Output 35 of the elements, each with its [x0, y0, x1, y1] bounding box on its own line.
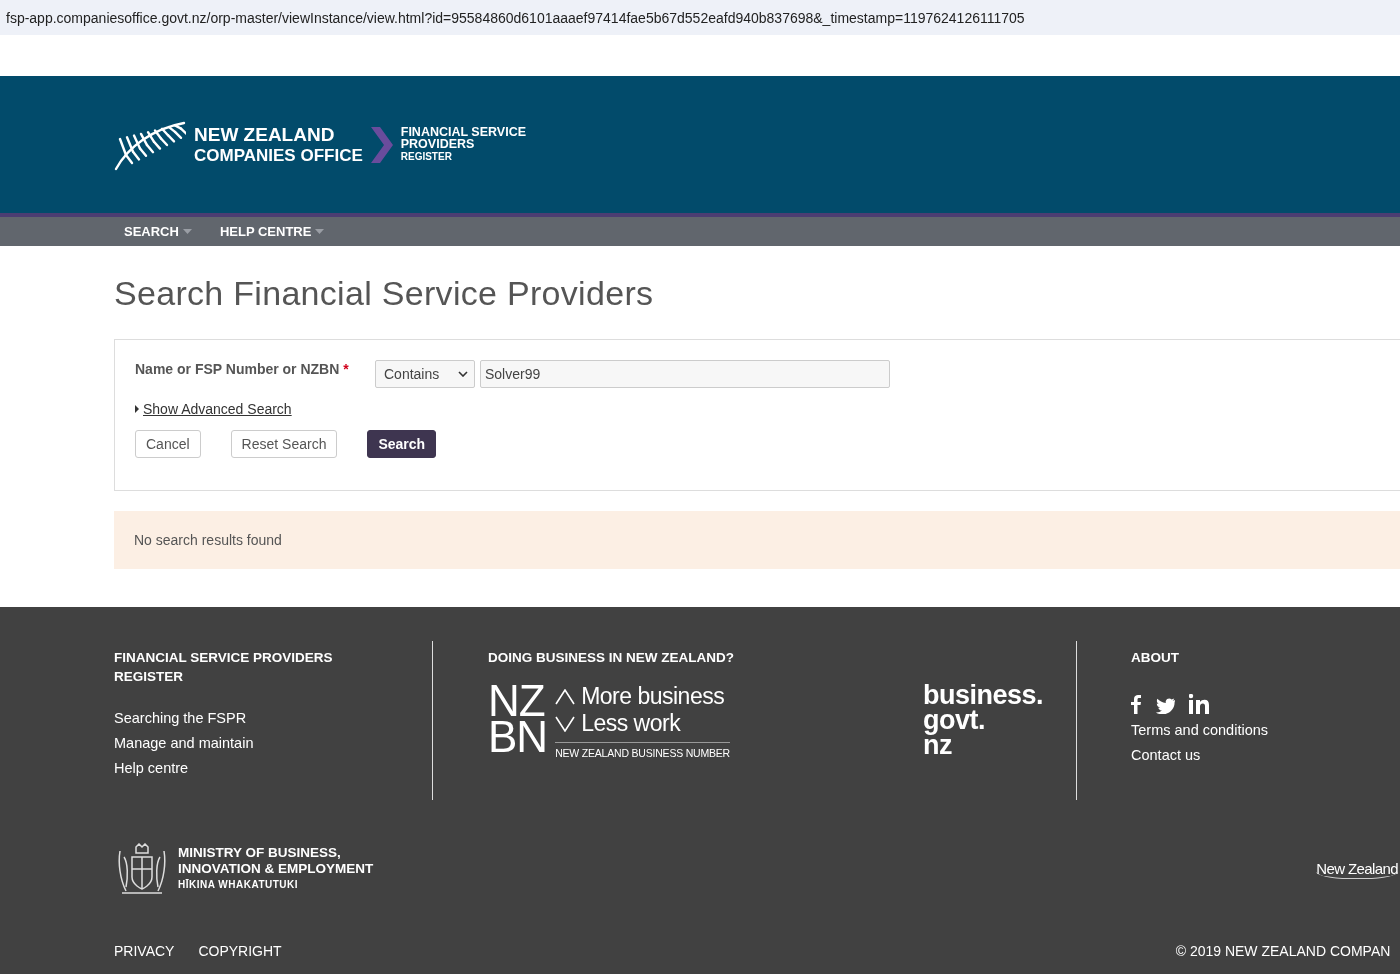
facebook-icon[interactable] — [1131, 695, 1141, 714]
footer-heading: ABOUT — [1131, 649, 1180, 667]
advanced-search-link[interactable]: Show Advanced Search — [143, 401, 292, 417]
footer-link[interactable]: Terms and conditions — [1131, 722, 1268, 738]
caret-icon — [458, 371, 468, 377]
no-results-notice: No search results found — [114, 511, 1400, 569]
field-label: Name or FSP Number or NZBN * — [135, 360, 350, 377]
form-button[interactable]: Cancel — [135, 430, 201, 458]
search-button[interactable]: Search — [367, 430, 437, 458]
linkedin-icon[interactable] — [1189, 694, 1209, 714]
business-govt-logo[interactable]: business. govt. nz — [923, 683, 1044, 759]
footer-heading: DOING BUSINESS IN NEW ZEALAND? — [488, 649, 735, 667]
footer-link[interactable]: Searching the FSPR — [114, 710, 432, 726]
footer-heading: FINANCIAL SERVICE PROVIDERS REGISTER — [114, 649, 334, 686]
footer-link[interactable]: PRIVACY — [114, 943, 175, 959]
match-select[interactable]: Contains — [375, 360, 475, 388]
brand-name: NEW ZEALAND COMPANIES OFFICE — [194, 123, 363, 166]
nav-menu-item[interactable]: SEARCH — [124, 224, 192, 239]
search-input[interactable]: Solver99 — [480, 360, 890, 388]
footer-link[interactable]: COPYRIGHT — [198, 943, 282, 959]
page-title: Search Financial Service Providers — [114, 274, 655, 313]
footer-link[interactable]: Help centre — [114, 760, 432, 776]
copyright-text: © 2019 NEW ZEALAND COMPAN — [1175, 943, 1391, 959]
caret-icon — [135, 405, 139, 413]
caret-icon — [182, 229, 192, 234]
footer-link[interactable]: Manage and maintain — [114, 735, 432, 751]
chevron-icon — [370, 126, 393, 163]
register-name: FINANCIAL SERVICE PROVIDERS REGISTER — [400, 125, 526, 164]
footer-link[interactable]: Contact us — [1131, 747, 1268, 763]
new-zealand-wordmark[interactable]: New Zealand — [1316, 859, 1398, 879]
form-button[interactable]: Reset Search — [230, 430, 338, 458]
twitter-icon[interactable] — [1155, 698, 1175, 714]
nav-menu-item[interactable]: HELP CENTRE — [219, 224, 325, 239]
ministry-name: MINISTRY OF BUSINESS, INNOVATION & EMPLOYMENT HĪKINA WHAKATUTUKI — [178, 845, 374, 892]
caret-icon — [315, 229, 325, 234]
